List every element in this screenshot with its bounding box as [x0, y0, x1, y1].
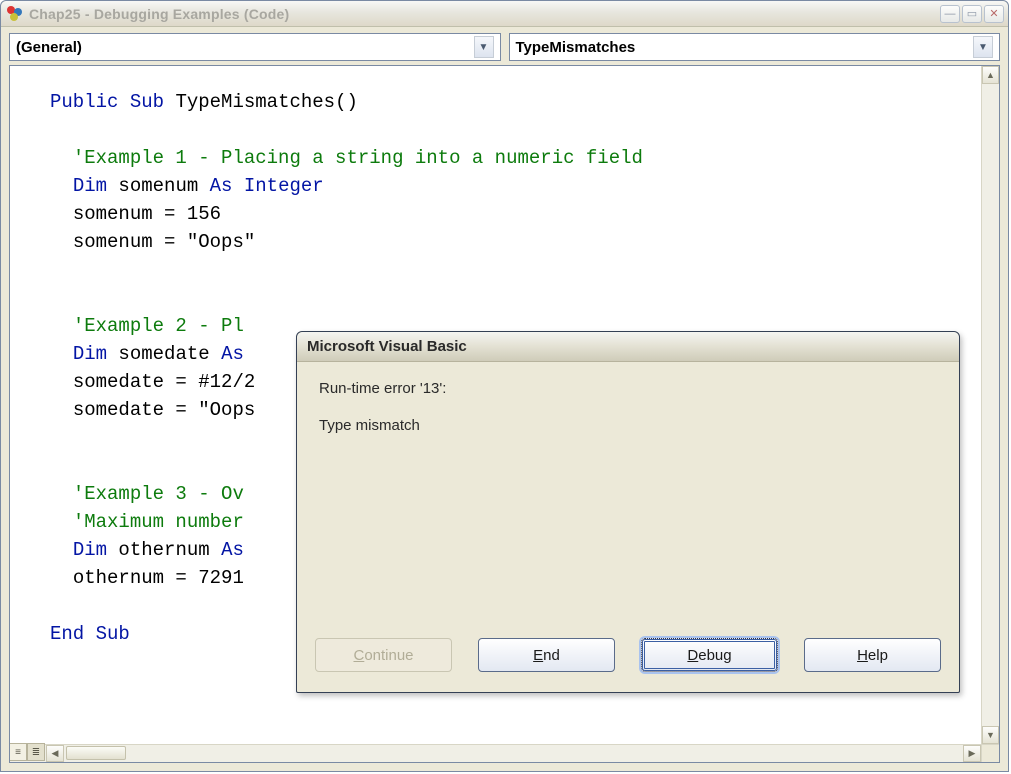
- full-module-view-tab[interactable]: ≣: [27, 743, 45, 761]
- chevron-down-icon: ▼: [474, 36, 494, 58]
- object-dropdown-value: (General): [16, 39, 474, 56]
- horizontal-scrollbar[interactable]: ≡ ≣ ◀ ▶: [10, 744, 981, 762]
- dialog-title: Microsoft Visual Basic: [297, 332, 959, 362]
- window-controls: — ▭ ✕: [940, 5, 1004, 23]
- end-button[interactable]: End: [478, 638, 615, 672]
- scrollbar-corner: [981, 744, 999, 762]
- procedure-dropdown[interactable]: TypeMismatches ▼: [509, 33, 1001, 61]
- procedure-view-tab[interactable]: ≡: [9, 743, 27, 761]
- scroll-up-icon[interactable]: ▲: [982, 66, 999, 84]
- code-window: Chap25 - Debugging Examples (Code) — ▭ ✕…: [0, 0, 1009, 772]
- help-button[interactable]: Help: [804, 638, 941, 672]
- error-message-text: Type mismatch: [319, 417, 937, 434]
- titlebar: Chap25 - Debugging Examples (Code) — ▭ ✕: [1, 1, 1008, 27]
- error-dialog: Microsoft Visual Basic Run-time error '1…: [296, 331, 960, 693]
- dialog-body: Run-time error '13': Type mismatch: [297, 362, 959, 638]
- dialog-buttons: Continue End Debug Help: [297, 638, 959, 692]
- scroll-thumb[interactable]: [66, 746, 126, 760]
- error-code-text: Run-time error '13':: [319, 380, 937, 397]
- view-tabs: ≡ ≣: [9, 743, 45, 763]
- app-icon: [7, 6, 23, 22]
- minimize-button[interactable]: —: [940, 5, 960, 23]
- procedure-dropdown-value: TypeMismatches: [516, 39, 974, 56]
- scroll-track[interactable]: [982, 84, 999, 726]
- close-button[interactable]: ✕: [984, 5, 1004, 23]
- scroll-track[interactable]: [64, 745, 963, 762]
- window-title: Chap25 - Debugging Examples (Code): [29, 6, 940, 22]
- scroll-left-icon[interactable]: ◀: [46, 745, 64, 762]
- object-dropdown[interactable]: (General) ▼: [9, 33, 501, 61]
- scroll-right-icon[interactable]: ▶: [963, 745, 981, 762]
- scroll-down-icon[interactable]: ▼: [982, 726, 999, 744]
- vertical-scrollbar[interactable]: ▲ ▼: [981, 66, 999, 744]
- continue-button: Continue: [315, 638, 452, 672]
- debug-button[interactable]: Debug: [641, 638, 778, 672]
- dropdown-row: (General) ▼ TypeMismatches ▼: [1, 27, 1008, 65]
- maximize-button[interactable]: ▭: [962, 5, 982, 23]
- chevron-down-icon: ▼: [973, 36, 993, 58]
